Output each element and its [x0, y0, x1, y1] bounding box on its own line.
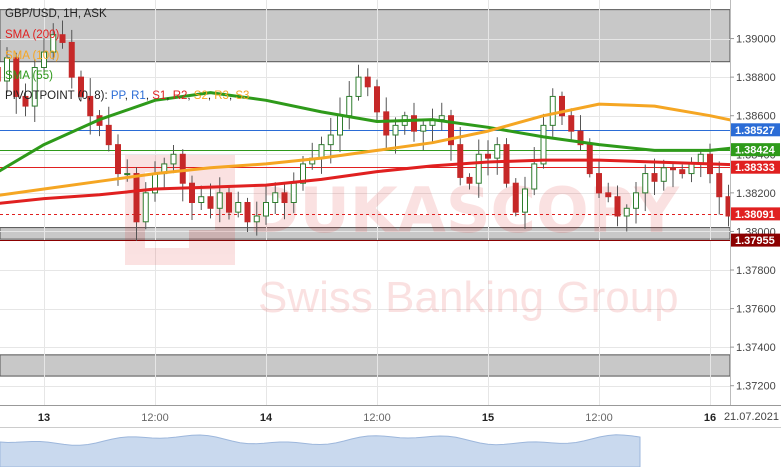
candle-body — [716, 173, 723, 198]
candle-body — [68, 41, 75, 78]
candle-body — [651, 173, 658, 182]
pivot-legend: PIVOTPOINT (0, 8): PP, R1, S1, R2, S2, R… — [5, 90, 250, 102]
candle-body — [364, 76, 371, 88]
resistance-support-zone — [0, 9, 731, 63]
pivot-r1: R1 — [131, 90, 146, 102]
candle-body — [142, 192, 149, 223]
candle-body — [596, 173, 602, 194]
candle-body — [438, 115, 445, 121]
candle-body — [105, 124, 112, 146]
candle-body — [235, 202, 242, 213]
end-date-label: 21.07.2021 — [724, 411, 779, 423]
pivot-prefix: PIVOTPOINT (0, 8): — [5, 90, 111, 102]
candle-body — [466, 176, 473, 184]
candle-body — [660, 167, 667, 182]
candle-body — [679, 169, 686, 175]
candle-body — [549, 95, 556, 126]
resistance-support-zone — [0, 354, 731, 377]
level-tag-label: 1.38091 — [735, 209, 775, 221]
candle-body — [457, 144, 464, 178]
y-tick-label: 1.38200 — [736, 188, 776, 200]
candle-body — [355, 76, 362, 97]
watermark-tagline: Swiss Banking Group — [258, 273, 679, 322]
candle-body — [226, 192, 232, 213]
candle-body — [522, 188, 528, 213]
candle-body — [614, 196, 621, 217]
sma-55-label: SMA (55) — [5, 70, 53, 82]
sma-200-legend: SMA (200) — [5, 29, 59, 42]
candle-body — [642, 173, 649, 194]
candle-body — [272, 192, 279, 204]
candle-body — [115, 144, 121, 175]
candle-body — [59, 34, 66, 43]
pivot-pp: PP — [110, 90, 125, 102]
pivot-s3: S3 — [235, 90, 250, 102]
candle-body — [633, 192, 639, 209]
price-chart[interactable]: DUKASCOPY Swiss Banking Group 1.390001.3… — [0, 0, 781, 467]
candle-body — [374, 86, 380, 113]
candle-body — [198, 196, 205, 203]
x-tick-label: 12:00 — [141, 412, 169, 424]
sma-55-legend: SMA (55) — [5, 70, 53, 83]
y-tick-label: 1.38800 — [736, 72, 776, 84]
level-tag-label: 1.38527 — [735, 125, 775, 137]
y-tick-label: 1.39000 — [736, 34, 776, 46]
candle-body — [133, 173, 140, 223]
candle-body — [688, 163, 695, 175]
y-tick-label: 1.37200 — [736, 381, 776, 393]
candle-body — [670, 167, 676, 171]
instrument-label: GBP/USD, 1H, ASK — [5, 8, 107, 20]
candle-body — [216, 192, 223, 209]
candle-body — [290, 182, 297, 203]
candle-body — [512, 182, 519, 213]
y-tick-label: 1.37800 — [736, 265, 776, 277]
candle-body — [179, 153, 186, 184]
sma-200-label: SMA (200) — [5, 29, 60, 41]
sma-100-label: SMA (100) — [5, 50, 60, 62]
x-tick-label: 13 — [38, 412, 50, 424]
candle-body — [475, 153, 482, 184]
candle-body — [189, 182, 195, 203]
candle-body — [485, 153, 491, 159]
candle-body — [207, 196, 214, 209]
candle-body — [244, 202, 251, 223]
pivot-s2: S2 — [193, 90, 208, 102]
candle-body — [540, 124, 547, 165]
candle-body — [411, 115, 417, 132]
x-tick-label: 12:00 — [585, 412, 613, 424]
pivot-r3: R3 — [214, 90, 229, 102]
candle-body — [318, 144, 325, 159]
candle-body — [420, 124, 427, 132]
pivot-s1: S1 — [152, 90, 167, 102]
candle-body — [568, 115, 575, 132]
level-tag-label: 1.37955 — [735, 235, 775, 247]
y-tick-label: 1.37400 — [736, 342, 776, 354]
navigator-strip[interactable] — [0, 427, 781, 467]
candle-body — [337, 115, 343, 136]
candle-body — [494, 144, 501, 159]
candle-body — [346, 95, 353, 117]
candle-body — [531, 163, 538, 190]
candle-body — [253, 215, 260, 223]
candle-body — [503, 144, 510, 184]
level-tag-label: 1.38333 — [735, 162, 775, 174]
x-tick-label: 16 — [704, 412, 716, 424]
sma-100-legend: SMA (100) — [5, 50, 59, 63]
x-tick-label: 15 — [482, 412, 494, 424]
candle-body — [170, 153, 177, 165]
candle-body — [281, 192, 288, 204]
candle-body — [605, 192, 612, 198]
y-tick-label: 1.37600 — [736, 304, 776, 316]
candle-body — [623, 207, 630, 217]
x-tick-label: 14 — [260, 412, 273, 424]
candle-body — [327, 134, 334, 146]
candle-body — [392, 124, 399, 136]
x-tick-label: 12:00 — [363, 412, 391, 424]
y-tick-label: 1.38600 — [736, 111, 776, 123]
candle-body — [383, 111, 390, 136]
level-tag-label: 1.38424 — [735, 145, 776, 157]
candle-body — [124, 173, 131, 176]
pivot-r2: R2 — [172, 90, 188, 102]
candle-body — [263, 202, 269, 217]
